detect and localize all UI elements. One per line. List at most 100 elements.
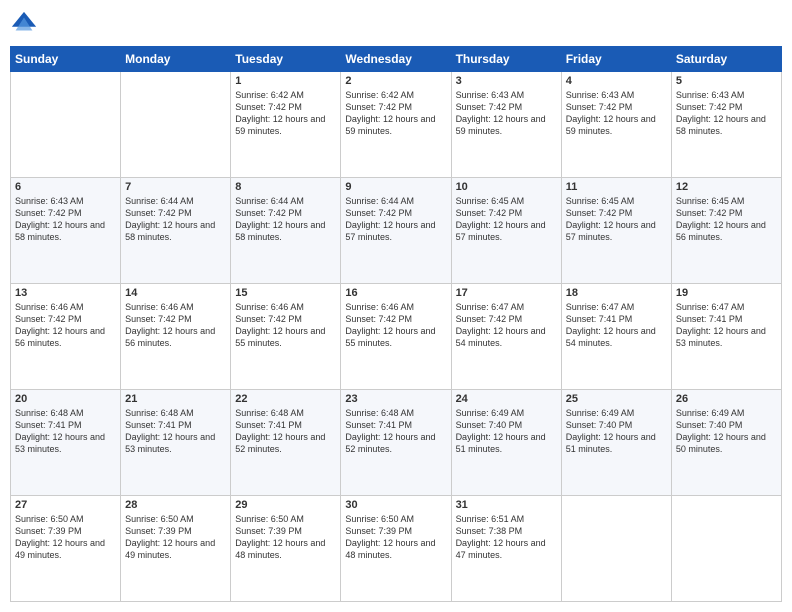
- day-info: Sunrise: 6:47 AMSunset: 7:41 PMDaylight:…: [676, 301, 777, 350]
- calendar-day-23: 23 Sunrise: 6:48 AMSunset: 7:41 PMDayligh…: [341, 390, 451, 496]
- day-info: Sunrise: 6:44 AMSunset: 7:42 PMDaylight:…: [235, 195, 336, 244]
- calendar-day-19: 19 Sunrise: 6:47 AMSunset: 7:41 PMDayligh…: [671, 284, 781, 390]
- day-info: Sunrise: 6:50 AMSunset: 7:39 PMDaylight:…: [235, 513, 336, 562]
- calendar-dow-tuesday: Tuesday: [231, 47, 341, 72]
- calendar-day-18: 18 Sunrise: 6:47 AMSunset: 7:41 PMDayligh…: [561, 284, 671, 390]
- calendar-week-2: 6 Sunrise: 6:43 AMSunset: 7:42 PMDaylight…: [11, 178, 782, 284]
- calendar-day-8: 8 Sunrise: 6:44 AMSunset: 7:42 PMDaylight…: [231, 178, 341, 284]
- calendar-day-31: 31Sunrise: 6:51 AMSunset: 7:38 PMDayligh…: [451, 496, 561, 602]
- day-number: 9: [345, 181, 446, 193]
- calendar-empty: [121, 72, 231, 178]
- day-number: 6: [15, 181, 116, 193]
- day-info: Sunrise: 6:50 AMSunset: 7:39 PMDaylight:…: [125, 513, 226, 562]
- day-number: 24: [456, 393, 557, 405]
- day-number: 7: [125, 181, 226, 193]
- day-number: 1: [235, 75, 336, 87]
- day-info: Sunrise: 6:46 AMSunset: 7:42 PMDaylight:…: [15, 301, 116, 350]
- calendar-day-11: 11 Sunrise: 6:45 AMSunset: 7:42 PMDayligh…: [561, 178, 671, 284]
- calendar-dow-thursday: Thursday: [451, 47, 561, 72]
- calendar-day-25: 25 Sunrise: 6:49 AMSunset: 7:40 PMDayligh…: [561, 390, 671, 496]
- day-number: 13: [15, 287, 116, 299]
- day-info: Sunrise: 6:44 AMSunset: 7:42 PMDaylight:…: [345, 195, 446, 244]
- calendar-day-29: 29 Sunrise: 6:50 AMSunset: 7:39 PMDayligh…: [231, 496, 341, 602]
- calendar-day-30: 30 Sunrise: 6:50 AMSunset: 7:39 PMDayligh…: [341, 496, 451, 602]
- calendar-day-10: 10Sunrise: 6:45 AMSunset: 7:42 PMDayligh…: [451, 178, 561, 284]
- day-info: Sunrise: 6:45 AMSunset: 7:42 PMDaylight:…: [566, 195, 667, 244]
- day-number: 31: [456, 499, 557, 511]
- day-info: Sunrise: 6:45 AMSunset: 7:42 PMDaylight:…: [456, 195, 557, 244]
- day-number: 3: [456, 75, 557, 87]
- calendar-day-1: 1 Sunrise: 6:42 AMSunset: 7:42 PMDaylight…: [231, 72, 341, 178]
- day-info: Sunrise: 6:46 AMSunset: 7:42 PMDaylight:…: [125, 301, 226, 350]
- day-info: Sunrise: 6:48 AMSunset: 7:41 PMDaylight:…: [235, 407, 336, 456]
- calendar-dow-friday: Friday: [561, 47, 671, 72]
- day-info: Sunrise: 6:48 AMSunset: 7:41 PMDaylight:…: [125, 407, 226, 456]
- day-number: 27: [15, 499, 116, 511]
- day-info: Sunrise: 6:47 AMSunset: 7:41 PMDaylight:…: [566, 301, 667, 350]
- day-number: 11: [566, 181, 667, 193]
- day-number: 2: [345, 75, 446, 87]
- day-info: Sunrise: 6:43 AMSunset: 7:42 PMDaylight:…: [676, 89, 777, 138]
- calendar-dow-wednesday: Wednesday: [341, 47, 451, 72]
- calendar-day-21: 21 Sunrise: 6:48 AMSunset: 7:41 PMDayligh…: [121, 390, 231, 496]
- calendar-dow-saturday: Saturday: [671, 47, 781, 72]
- day-number: 5: [676, 75, 777, 87]
- day-info: Sunrise: 6:46 AMSunset: 7:42 PMDaylight:…: [235, 301, 336, 350]
- day-info: Sunrise: 6:42 AMSunset: 7:42 PMDaylight:…: [235, 89, 336, 138]
- day-info: Sunrise: 6:43 AMSunset: 7:42 PMDaylight:…: [15, 195, 116, 244]
- calendar-empty: [671, 496, 781, 602]
- day-number: 22: [235, 393, 336, 405]
- calendar-week-5: 27 Sunrise: 6:50 AMSunset: 7:39 PMDayligh…: [11, 496, 782, 602]
- day-info: Sunrise: 6:49 AMSunset: 7:40 PMDaylight:…: [456, 407, 557, 456]
- day-number: 29: [235, 499, 336, 511]
- calendar-day-16: 16Sunrise: 6:46 AMSunset: 7:42 PMDayligh…: [341, 284, 451, 390]
- calendar-day-12: 12Sunrise: 6:45 AMSunset: 7:42 PMDayligh…: [671, 178, 781, 284]
- calendar-dow-sunday: Sunday: [11, 47, 121, 72]
- calendar-day-17: 17 Sunrise: 6:47 AMSunset: 7:42 PMDayligh…: [451, 284, 561, 390]
- day-info: Sunrise: 6:48 AMSunset: 7:41 PMDaylight:…: [15, 407, 116, 456]
- day-number: 30: [345, 499, 446, 511]
- day-info: Sunrise: 6:50 AMSunset: 7:39 PMDaylight:…: [15, 513, 116, 562]
- day-number: 8: [235, 181, 336, 193]
- page-header: [10, 10, 782, 38]
- logo-icon: [10, 10, 38, 38]
- calendar-day-28: 28 Sunrise: 6:50 AMSunset: 7:39 PMDayligh…: [121, 496, 231, 602]
- calendar-day-13: 13 Sunrise: 6:46 AMSunset: 7:42 PMDayligh…: [11, 284, 121, 390]
- day-number: 26: [676, 393, 777, 405]
- day-number: 28: [125, 499, 226, 511]
- calendar-empty: [11, 72, 121, 178]
- day-number: 18: [566, 287, 667, 299]
- calendar-day-15: 15 Sunrise: 6:46 AMSunset: 7:42 PMDayligh…: [231, 284, 341, 390]
- logo: [10, 10, 42, 38]
- calendar-empty: [561, 496, 671, 602]
- calendar-day-7: 7Sunrise: 6:44 AMSunset: 7:42 PMDaylight…: [121, 178, 231, 284]
- day-info: Sunrise: 6:42 AMSunset: 7:42 PMDaylight:…: [345, 89, 446, 138]
- day-info: Sunrise: 6:47 AMSunset: 7:42 PMDaylight:…: [456, 301, 557, 350]
- day-number: 21: [125, 393, 226, 405]
- day-number: 19: [676, 287, 777, 299]
- calendar-day-27: 27 Sunrise: 6:50 AMSunset: 7:39 PMDayligh…: [11, 496, 121, 602]
- day-info: Sunrise: 6:50 AMSunset: 7:39 PMDaylight:…: [345, 513, 446, 562]
- day-info: Sunrise: 6:49 AMSunset: 7:40 PMDaylight:…: [566, 407, 667, 456]
- day-info: Sunrise: 6:43 AMSunset: 7:42 PMDaylight:…: [456, 89, 557, 138]
- calendar-day-14: 14 Sunrise: 6:46 AMSunset: 7:42 PMDayligh…: [121, 284, 231, 390]
- calendar-week-3: 13 Sunrise: 6:46 AMSunset: 7:42 PMDayligh…: [11, 284, 782, 390]
- calendar-week-4: 20 Sunrise: 6:48 AMSunset: 7:41 PMDayligh…: [11, 390, 782, 496]
- calendar-day-9: 9 Sunrise: 6:44 AMSunset: 7:42 PMDaylight…: [341, 178, 451, 284]
- day-info: Sunrise: 6:49 AMSunset: 7:40 PMDaylight:…: [676, 407, 777, 456]
- calendar-week-1: 1 Sunrise: 6:42 AMSunset: 7:42 PMDaylight…: [11, 72, 782, 178]
- day-number: 14: [125, 287, 226, 299]
- day-info: Sunrise: 6:48 AMSunset: 7:41 PMDaylight:…: [345, 407, 446, 456]
- day-number: 17: [456, 287, 557, 299]
- day-number: 15: [235, 287, 336, 299]
- calendar-day-6: 6 Sunrise: 6:43 AMSunset: 7:42 PMDaylight…: [11, 178, 121, 284]
- day-number: 23: [345, 393, 446, 405]
- day-number: 25: [566, 393, 667, 405]
- calendar-day-22: 22 Sunrise: 6:48 AMSunset: 7:41 PMDayligh…: [231, 390, 341, 496]
- calendar-day-24: 24 Sunrise: 6:49 AMSunset: 7:40 PMDayligh…: [451, 390, 561, 496]
- calendar-day-26: 26 Sunrise: 6:49 AMSunset: 7:40 PMDayligh…: [671, 390, 781, 496]
- day-number: 12: [676, 181, 777, 193]
- calendar-table: SundayMondayTuesdayWednesdayThursdayFrid…: [10, 46, 782, 602]
- calendar-day-4: 4Sunrise: 6:43 AMSunset: 7:42 PMDaylight…: [561, 72, 671, 178]
- day-number: 20: [15, 393, 116, 405]
